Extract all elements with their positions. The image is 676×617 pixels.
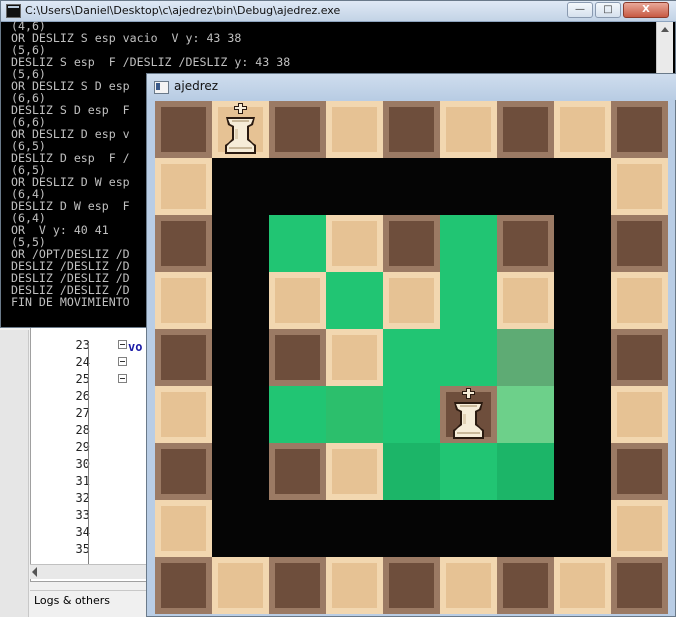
board-square[interactable]: [155, 386, 212, 443]
board-square[interactable]: [440, 557, 497, 614]
highlighted-move-square[interactable]: [269, 215, 326, 272]
maximize-button[interactable]: □: [595, 2, 621, 18]
board-square[interactable]: [155, 443, 212, 500]
game-app-icon: [154, 81, 169, 94]
close-button[interactable]: X: [623, 2, 669, 18]
highlighted-move-square[interactable]: [383, 443, 440, 500]
fold-collapse-icon[interactable]: [118, 340, 127, 349]
board-square[interactable]: [155, 500, 212, 557]
line-number: 27: [75, 406, 90, 420]
board-square[interactable]: [611, 101, 668, 158]
board-square[interactable]: [611, 386, 668, 443]
line-number: 23: [75, 338, 90, 352]
console-line: FIN DE MOVIMIENTO: [11, 295, 130, 309]
line-number: 32: [75, 491, 90, 505]
board-square[interactable]: [383, 101, 440, 158]
line-number-gutter: 23 24 25 26 27 28 29 30 31 32 33 34 35: [34, 322, 127, 572]
highlighted-move-square[interactable]: [440, 443, 497, 500]
close-icon: X: [642, 4, 650, 15]
line-number: 24: [75, 355, 90, 369]
board-square[interactable]: [269, 329, 326, 386]
scroll-up-arrow-icon[interactable]: [661, 27, 669, 32]
highlighted-move-square[interactable]: [440, 329, 497, 386]
white-king-top-icon[interactable]: [212, 101, 269, 158]
console-line: DESLIZ S esp F /DESLIZ /DESLIZ y: 43 38: [11, 55, 291, 69]
line-number: 30: [75, 457, 90, 471]
highlighted-move-square[interactable]: [326, 272, 383, 329]
line-number: 35: [75, 542, 90, 556]
board-square[interactable]: [269, 557, 326, 614]
board-square[interactable]: [326, 557, 383, 614]
line-number: 34: [75, 525, 90, 539]
highlighted-move-square[interactable]: [383, 329, 440, 386]
line-number: 26: [75, 389, 90, 403]
highlighted-move-square[interactable]: [497, 386, 554, 443]
fold-collapse-icon[interactable]: [118, 374, 127, 383]
board-square[interactable]: [497, 215, 554, 272]
game-titlebar[interactable]: ajedrez: [147, 74, 676, 100]
fold-collapse-icon[interactable]: [118, 357, 127, 366]
console-title: C:\Users\Daniel\Desktop\c\ajedrez\bin\De…: [25, 4, 341, 17]
board-square[interactable]: [611, 215, 668, 272]
board-square[interactable]: [269, 101, 326, 158]
highlighted-move-square[interactable]: [497, 443, 554, 500]
board-square[interactable]: [326, 215, 383, 272]
board-square[interactable]: [611, 272, 668, 329]
game-window[interactable]: ajedrez: [146, 73, 676, 617]
line-number: 29: [75, 440, 90, 454]
board-square[interactable]: [497, 101, 554, 158]
board-square[interactable]: [155, 101, 212, 158]
console-app-icon: [6, 4, 21, 18]
board-square[interactable]: [611, 500, 668, 557]
board-square[interactable]: [611, 329, 668, 386]
chess-board[interactable]: [155, 101, 668, 614]
line-number: 33: [75, 508, 90, 522]
highlighted-move-square[interactable]: [383, 386, 440, 443]
board-square[interactable]: [269, 272, 326, 329]
line-number: 25: [75, 372, 90, 386]
board-square[interactable]: [611, 557, 668, 614]
highlighted-move-square[interactable]: [326, 386, 383, 443]
board-square[interactable]: [611, 443, 668, 500]
board-square[interactable]: [497, 272, 554, 329]
line-number: 31: [75, 474, 90, 488]
board-square[interactable]: [440, 101, 497, 158]
board-square[interactable]: [611, 158, 668, 215]
editor-horizontal-scrollbar[interactable]: [30, 564, 150, 579]
line-number: 28: [75, 423, 90, 437]
logs-tab[interactable]: Logs & others: [30, 590, 150, 610]
scroll-left-arrow-icon[interactable]: [32, 567, 37, 577]
board-square[interactable]: [554, 557, 611, 614]
minimize-icon: —: [575, 4, 585, 15]
board-square[interactable]: [155, 557, 212, 614]
game-title: ajedrez: [174, 79, 219, 93]
maximize-icon: □: [603, 4, 613, 15]
board-square[interactable]: [155, 272, 212, 329]
board-square[interactable]: [326, 101, 383, 158]
board-square[interactable]: [155, 329, 212, 386]
board-square[interactable]: [269, 443, 326, 500]
board-square[interactable]: [383, 557, 440, 614]
board-square[interactable]: [155, 215, 212, 272]
board-square[interactable]: [326, 443, 383, 500]
highlighted-move-square[interactable]: [440, 215, 497, 272]
highlighted-move-square[interactable]: [440, 272, 497, 329]
fold-guide: [88, 344, 89, 569]
highlighted-move-square[interactable]: [497, 329, 554, 386]
board-square[interactable]: [554, 101, 611, 158]
white-king-center-icon[interactable]: [440, 386, 497, 443]
board-square[interactable]: [212, 557, 269, 614]
board-square[interactable]: [383, 215, 440, 272]
minimize-button[interactable]: —: [567, 2, 593, 18]
code-text[interactable]: vo: [128, 340, 142, 354]
board-square[interactable]: [155, 158, 212, 215]
console-titlebar[interactable]: C:\Users\Daniel\Desktop\c\ajedrez\bin\De…: [1, 1, 676, 22]
highlighted-move-square[interactable]: [269, 386, 326, 443]
board-square[interactable]: [497, 557, 554, 614]
ide-side-panel: [0, 330, 29, 617]
board-square[interactable]: [383, 272, 440, 329]
board-square[interactable]: [326, 329, 383, 386]
